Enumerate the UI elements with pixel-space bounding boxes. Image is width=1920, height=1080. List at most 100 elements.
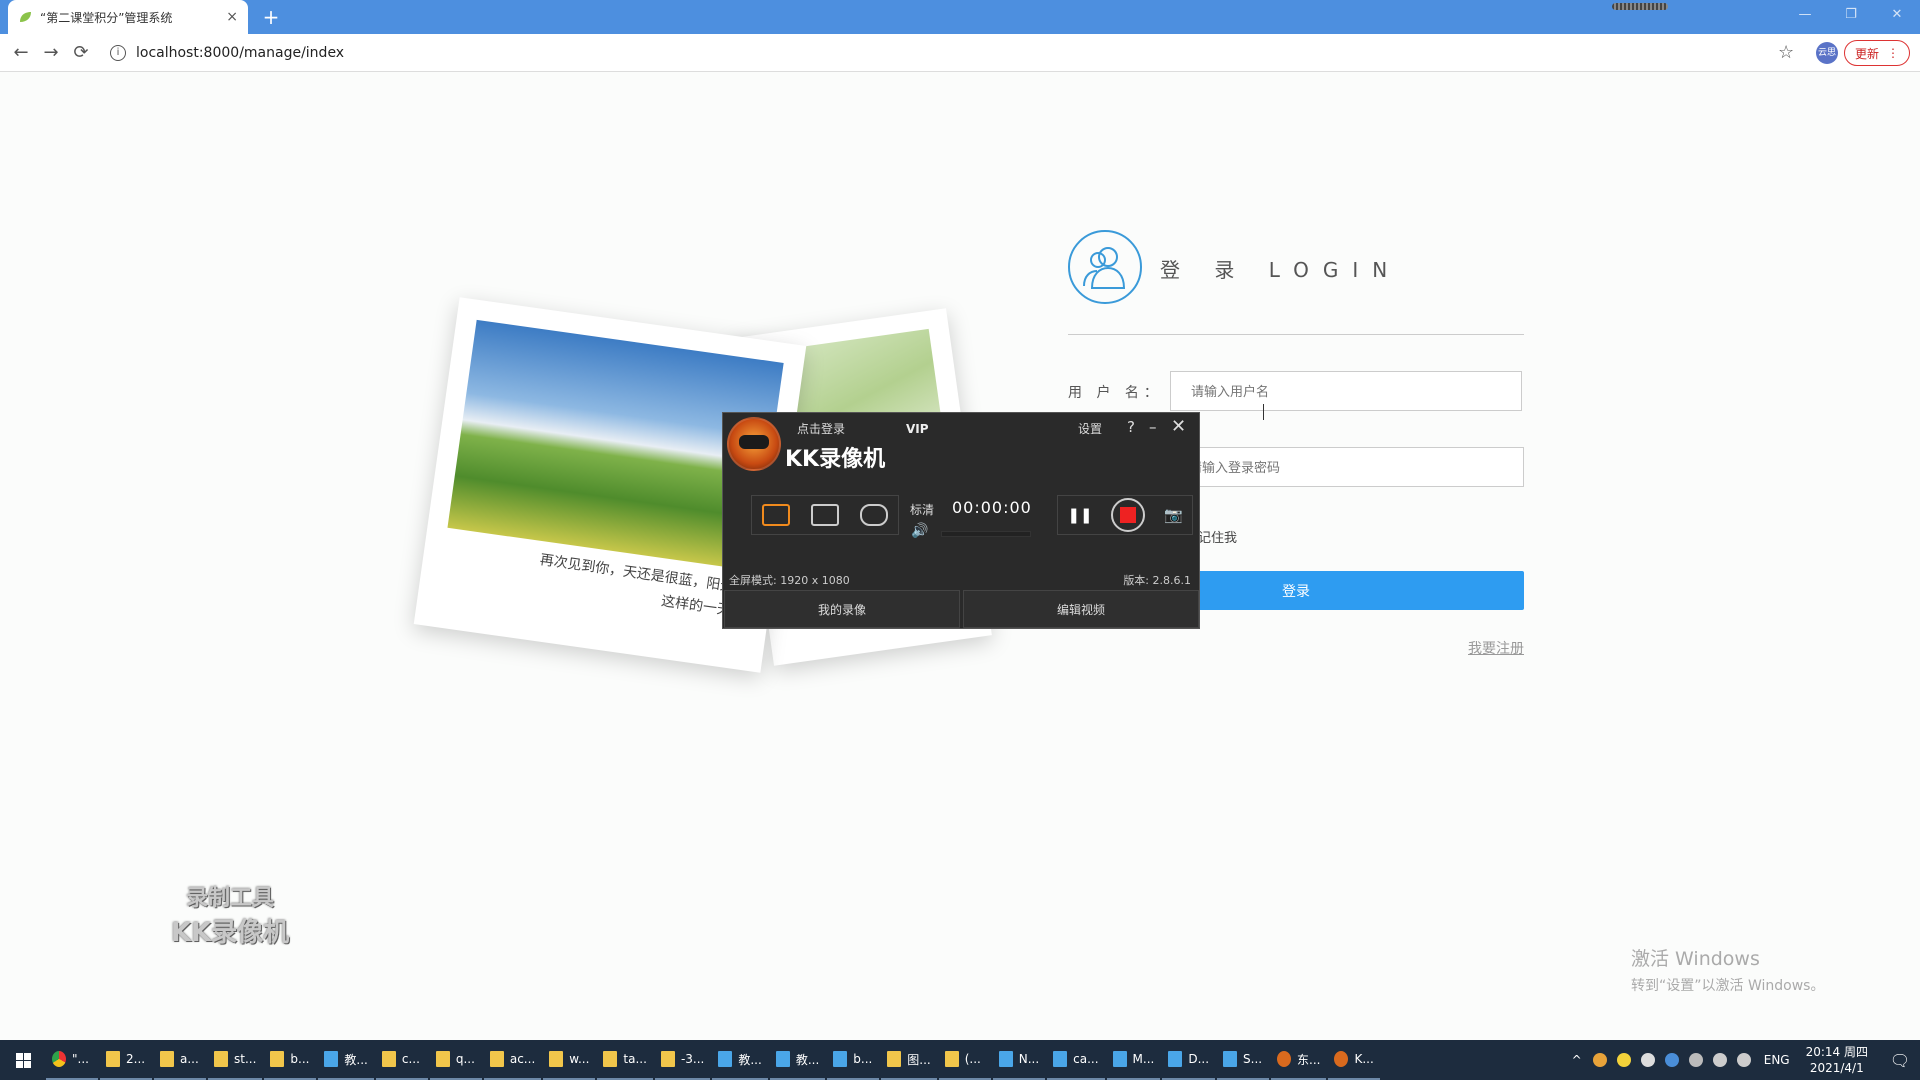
volume-icon[interactable]: 🔊 [911,523,928,539]
taskbar-app-22[interactable]: 东... [1271,1040,1327,1080]
blue-app-icon [998,1051,1013,1067]
taskbar-app-23[interactable]: K... [1328,1040,1381,1080]
url-text: localhost:8000/manage/index [136,45,345,61]
window-minimize-button[interactable]: — [1782,0,1828,30]
qq-tray-icon[interactable] [1640,1053,1655,1067]
taskbar-app-label: 教... [795,1052,820,1067]
kk-timer: 00:00:00 [952,498,1032,517]
browser-tab[interactable]: “第二课堂积分”管理系统 × [8,0,248,34]
new-tab-button[interactable]: + [258,4,284,30]
taskbar-app-label: b... [290,1052,310,1066]
tray-app-icon[interactable] [1592,1053,1607,1067]
register-link[interactable]: 我要注册 [1468,638,1524,658]
taskbar-app-16[interactable]: (... [938,1040,991,1080]
taskbar-app-label: S... [1243,1052,1263,1066]
tray-app-icon[interactable] [1616,1053,1631,1067]
edit-video-button[interactable]: 编辑视频 [963,590,1199,628]
username-label: 用 户 名： [1068,385,1163,401]
camera-icon[interactable]: 📷 [1164,506,1183,524]
taskbar-app-label: ac... [509,1052,536,1066]
taskbar-app-17[interactable]: N... [992,1040,1046,1080]
record-button[interactable] [1111,498,1146,532]
blue-app-icon [1053,1051,1068,1067]
taskbar-app-0[interactable]: "... [46,1040,98,1080]
taskbar-app-19[interactable]: M... [1106,1040,1161,1080]
tray-expand-icon[interactable]: ^ [1572,1053,1582,1067]
taskbar-app-14[interactable]: b... [827,1040,880,1080]
taskbar-app-7[interactable]: q... [429,1040,482,1080]
address-bar[interactable]: i localhost:8000/manage/index [110,39,1790,67]
taskbar-app-9[interactable]: w... [543,1040,596,1080]
tab-close-icon[interactable]: × [226,9,238,25]
folder-app-icon [214,1051,228,1067]
system-tray: ^ ENG 20:14 周四 2021/4/1 🗨 [1566,1040,1920,1080]
blue-app-icon [718,1051,733,1067]
kk-mode-text: 全屏模式: 1920 x 1080 [729,574,850,587]
taskbar-app-1[interactable]: 2... [100,1040,152,1080]
volume-slider[interactable] [941,531,1031,537]
wifi-icon[interactable] [1712,1053,1727,1067]
kk-help-icon[interactable]: ? [1127,418,1135,436]
reload-button[interactable]: ⟳ [66,38,96,68]
taskbar-app-8[interactable]: ac... [483,1040,542,1080]
taskbar-app-2[interactable]: a... [154,1040,206,1080]
kk-close-button[interactable]: ✕ [1171,416,1186,437]
tray-app-icon[interactable] [1664,1053,1679,1067]
clock-date: 2021/4/1 [1809,1061,1864,1075]
blue-app-icon [1112,1051,1127,1067]
kk-recorder-window: 点击登录 VIP KK录像机 设置 ? – ✕ 标清 🔊 00:00:00 ❚❚… [722,412,1200,629]
taskbar-app-label: ca... [1073,1052,1099,1066]
input-language[interactable]: ENG [1764,1053,1790,1067]
my-recordings-button[interactable]: 我的录像 [724,590,960,628]
browser-titlebar: “第二课堂积分”管理系统 × + — ❐ ✕ [0,0,1920,34]
fullscreen-mode-icon[interactable] [762,504,791,526]
stop-square-icon [1120,507,1137,523]
site-info-icon[interactable]: i [110,45,126,61]
back-button[interactable]: ← [6,38,36,68]
more-menu-icon: ⋮ [1887,46,1899,60]
remember-me-label[interactable]: 记住我 [1198,527,1237,546]
region-mode-icon[interactable] [810,504,839,526]
profile-avatar[interactable]: 云思 [1816,42,1838,64]
taskbar-app-15[interactable]: 图... [881,1040,937,1080]
speaker-icon[interactable] [1736,1053,1751,1067]
window-drag-indicator [1612,3,1668,10]
notification-center-icon[interactable]: 🗨 [1880,1040,1920,1080]
bookmark-star-icon[interactable]: ☆ [1778,42,1794,63]
taskbar-app-6[interactable]: c... [375,1040,428,1080]
system-clock[interactable]: 20:14 周四 2021/4/1 [1806,1044,1868,1076]
tray-app-icon[interactable] [1688,1053,1703,1067]
forward-button[interactable]: → [36,38,66,68]
kk-raccoon-logo-icon [727,417,781,471]
taskbar-app-21[interactable]: S... [1217,1040,1270,1080]
window-close-button[interactable]: ✕ [1874,0,1920,30]
taskbar-app-5[interactable]: 教... [318,1040,374,1080]
kk-minimize-button[interactable]: – [1149,418,1157,436]
start-button[interactable] [0,1040,46,1080]
taskbar-app-10[interactable]: ta... [597,1040,653,1080]
window-restore-button[interactable]: ❐ [1828,0,1874,30]
taskbar-app-13[interactable]: 教... [769,1040,826,1080]
taskbar-app-20[interactable]: D... [1162,1040,1216,1080]
kk-quality-select[interactable]: 标清 [910,501,934,518]
folder-app-icon [660,1051,675,1067]
blue-app-icon [833,1051,848,1067]
blue-app-icon [324,1051,339,1067]
username-field[interactable] [1170,371,1522,411]
taskbar-app-18[interactable]: ca... [1047,1040,1105,1080]
game-mode-icon[interactable] [859,504,888,526]
update-button[interactable]: 更新 ⋮ [1844,40,1910,66]
taskbar-app-12[interactable]: 教... [712,1040,768,1080]
taskbar-app-4[interactable]: b... [264,1040,317,1080]
kk-vip-badge[interactable]: VIP [906,422,929,436]
taskbar-app-3[interactable]: st... [208,1040,263,1080]
folder-app-icon [489,1051,504,1067]
pause-icon[interactable]: ❚❚ [1067,506,1092,524]
kk-settings-button[interactable]: 设置 [1078,420,1102,437]
folder-app-icon [549,1051,564,1067]
password-field[interactable] [1168,447,1524,487]
taskbar-app-11[interactable]: -3... [654,1040,711,1080]
kk-login-link[interactable]: 点击登录 [797,420,845,437]
folder-app-icon [435,1051,450,1067]
taskbar-app-label: "... [72,1052,89,1066]
